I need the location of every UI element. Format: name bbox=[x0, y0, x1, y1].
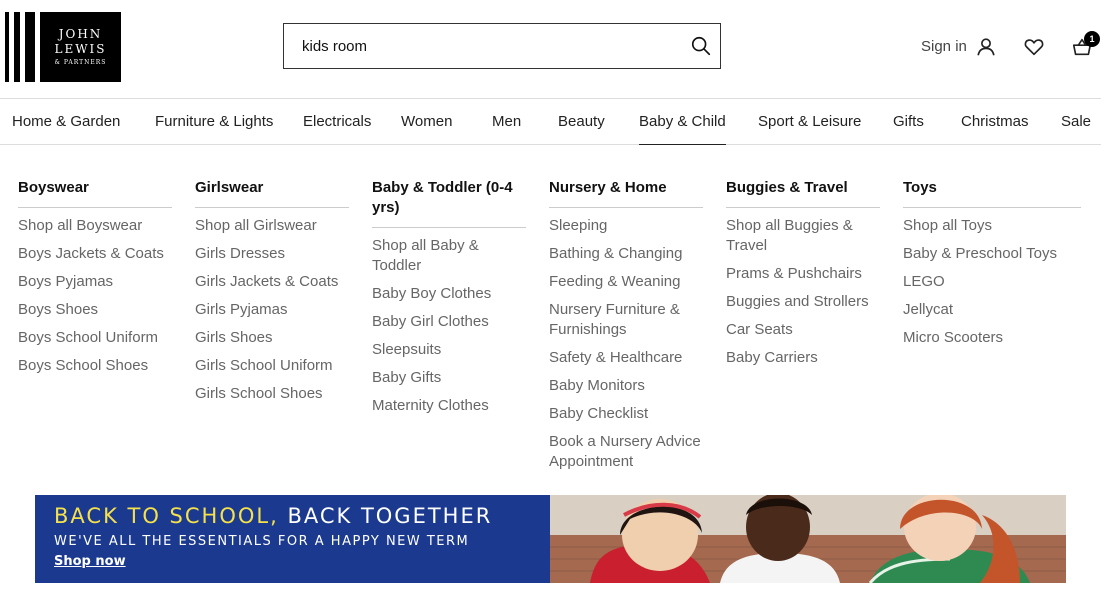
logo-stripe bbox=[14, 12, 20, 82]
menu-heading[interactable]: Baby & Toddler (0-4 yrs) bbox=[372, 178, 526, 228]
menu-link[interactable]: Prams & Pushchairs bbox=[726, 264, 880, 284]
banner-subline: WE'VE ALL THE ESSENTIALS FOR A HAPPY NEW… bbox=[54, 534, 470, 549]
banner-children-photo bbox=[550, 495, 1066, 583]
promo-banner[interactable]: BACK TO SCHOOL, BACK TOGETHER WE'VE ALL … bbox=[35, 495, 1066, 583]
menu-link[interactable]: Sleeping bbox=[549, 216, 703, 236]
menu-heading[interactable]: Nursery & Home bbox=[549, 178, 703, 208]
menu-link[interactable]: Girls Pyjamas bbox=[195, 300, 349, 320]
menu-link[interactable]: Bathing & Changing bbox=[549, 244, 703, 264]
nav-item-baby-child[interactable]: Baby & Child bbox=[639, 99, 726, 145]
banner-headline-highlight: BACK TO SCHOOL, bbox=[54, 504, 279, 528]
search-box bbox=[283, 23, 721, 69]
menu-link[interactable]: Feeding & Weaning bbox=[549, 272, 703, 292]
menu-link[interactable]: Girls Dresses bbox=[195, 244, 349, 264]
menu-link[interactable]: Shop all Girlswear bbox=[195, 216, 349, 236]
menu-link[interactable]: Car Seats bbox=[726, 320, 880, 340]
menu-link[interactable]: Buggies and Strollers bbox=[726, 292, 880, 312]
nav-item-sport-leisure[interactable]: Sport & Leisure bbox=[758, 99, 861, 145]
menu-link[interactable]: Baby Girl Clothes bbox=[372, 312, 526, 332]
basket-count-badge: 1 bbox=[1084, 31, 1100, 47]
john-lewis-logo[interactable]: JOHN LEWIS & PARTNERS bbox=[5, 12, 121, 82]
logo-stripe bbox=[5, 12, 9, 82]
menu-link[interactable]: Boys Shoes bbox=[18, 300, 172, 320]
menu-link[interactable]: Baby & Preschool Toys bbox=[903, 244, 1081, 264]
menu-link[interactable]: Safety & Healthcare bbox=[549, 348, 703, 368]
menu-link[interactable]: Girls School Shoes bbox=[195, 384, 349, 404]
menu-link[interactable]: Shop all Buggies & Travel bbox=[726, 216, 880, 256]
menu-link[interactable]: Micro Scooters bbox=[903, 328, 1081, 348]
menu-link[interactable]: Baby Monitors bbox=[549, 376, 703, 396]
search-input[interactable] bbox=[300, 36, 690, 56]
logo-line-john: JOHN bbox=[58, 27, 103, 42]
menu-column-boyswear: Boyswear Shop all Boyswear Boys Jackets … bbox=[18, 178, 172, 384]
menu-link[interactable]: Sleepsuits bbox=[372, 340, 526, 360]
menu-link[interactable]: Girls School Uniform bbox=[195, 356, 349, 376]
menu-link[interactable]: Boys School Uniform bbox=[18, 328, 172, 348]
nav-item-christmas[interactable]: Christmas bbox=[961, 99, 1029, 145]
logo-stripe bbox=[25, 12, 35, 82]
menu-heading[interactable]: Boyswear bbox=[18, 178, 172, 208]
menu-column-girlswear: Girlswear Shop all Girlswear Girls Dress… bbox=[195, 178, 349, 412]
menu-link[interactable]: Book a Nursery Advice Appointment bbox=[549, 432, 703, 472]
banner-text-panel: BACK TO SCHOOL, BACK TOGETHER WE'VE ALL … bbox=[35, 495, 550, 583]
menu-column-nursery-home: Nursery & Home Sleeping Bathing & Changi… bbox=[549, 178, 703, 480]
menu-heading[interactable]: Toys bbox=[903, 178, 1081, 208]
menu-column-toys: Toys Shop all Toys Baby & Preschool Toys… bbox=[903, 178, 1081, 356]
sign-in-link[interactable]: Sign in bbox=[921, 38, 967, 55]
menu-link[interactable]: Shop all Boyswear bbox=[18, 216, 172, 236]
menu-link[interactable]: Girls Jackets & Coats bbox=[195, 272, 349, 292]
menu-heading[interactable]: Buggies & Travel bbox=[726, 178, 880, 208]
menu-heading[interactable]: Girlswear bbox=[195, 178, 349, 208]
menu-link[interactable]: Baby Carriers bbox=[726, 348, 880, 368]
menu-link[interactable]: Baby Boy Clothes bbox=[372, 284, 526, 304]
menu-link[interactable]: Shop all Baby & Toddler bbox=[372, 236, 526, 276]
nav-item-beauty[interactable]: Beauty bbox=[558, 99, 605, 145]
menu-link[interactable]: Baby Gifts bbox=[372, 368, 526, 388]
menu-link[interactable]: Shop all Toys bbox=[903, 216, 1081, 236]
menu-link[interactable]: Jellycat bbox=[903, 300, 1081, 320]
logo-wordmark: JOHN LEWIS & PARTNERS bbox=[40, 12, 121, 82]
banner-shop-now-link[interactable]: Shop now bbox=[54, 554, 126, 569]
nav-item-electricals[interactable]: Electricals bbox=[303, 99, 371, 145]
menu-column-baby-toddler: Baby & Toddler (0-4 yrs) Shop all Baby &… bbox=[372, 178, 526, 424]
nav-item-home-garden[interactable]: Home & Garden bbox=[12, 99, 120, 145]
nav-item-men[interactable]: Men bbox=[492, 99, 521, 145]
logo-line-partners: & PARTNERS bbox=[54, 59, 107, 67]
site-header: JOHN LEWIS & PARTNERS Sign in 1 bbox=[0, 0, 1101, 98]
menu-column-buggies-travel: Buggies & Travel Shop all Buggies & Trav… bbox=[726, 178, 880, 376]
account-icon[interactable] bbox=[975, 35, 997, 59]
primary-nav: Home & Garden Furniture & Lights Electri… bbox=[0, 98, 1101, 145]
menu-link[interactable]: Boys Jackets & Coats bbox=[18, 244, 172, 264]
menu-link[interactable]: Girls Shoes bbox=[195, 328, 349, 348]
banner-headline: BACK TO SCHOOL, BACK TOGETHER bbox=[54, 504, 492, 528]
nav-item-furniture-lights[interactable]: Furniture & Lights bbox=[155, 99, 273, 145]
menu-link[interactable]: Baby Checklist bbox=[549, 404, 703, 424]
menu-link[interactable]: Boys School Shoes bbox=[18, 356, 172, 376]
nav-item-sale[interactable]: Sale bbox=[1061, 99, 1091, 145]
menu-link[interactable]: Maternity Clothes bbox=[372, 396, 526, 416]
menu-link[interactable]: Boys Pyjamas bbox=[18, 272, 172, 292]
menu-link[interactable]: LEGO bbox=[903, 272, 1081, 292]
nav-item-gifts[interactable]: Gifts bbox=[893, 99, 924, 145]
menu-link[interactable]: Nursery Furniture & Furnishings bbox=[549, 300, 703, 340]
logo-line-lewis: LEWIS bbox=[54, 42, 107, 57]
heart-icon[interactable] bbox=[1023, 35, 1045, 59]
banner-headline-rest: BACK TOGETHER bbox=[278, 504, 493, 528]
nav-item-women[interactable]: Women bbox=[401, 99, 452, 145]
search-icon[interactable] bbox=[690, 35, 712, 57]
